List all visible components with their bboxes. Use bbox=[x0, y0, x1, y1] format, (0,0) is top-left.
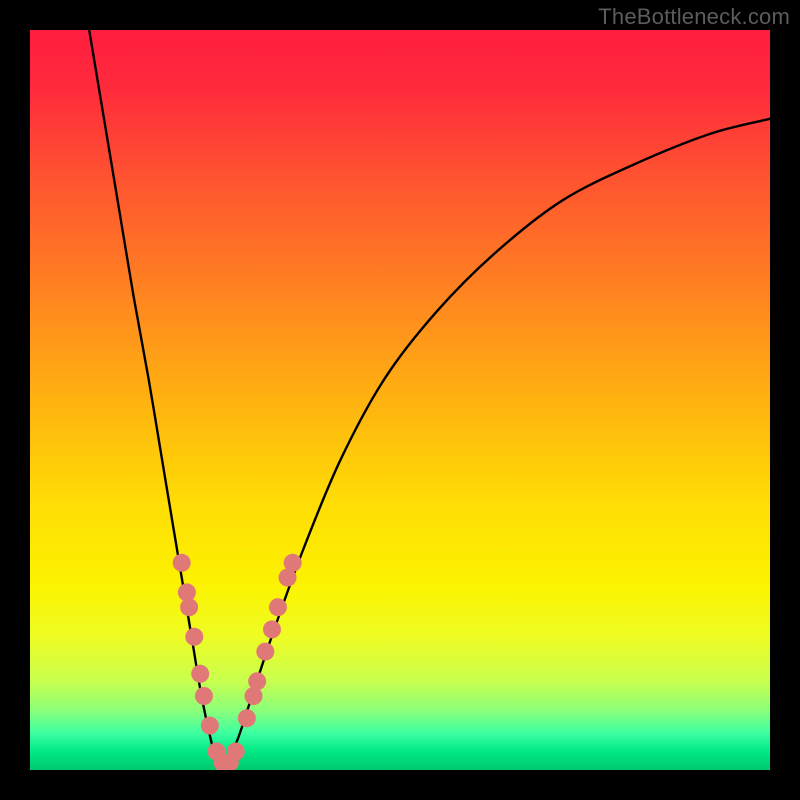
marker-dot bbox=[195, 687, 213, 705]
marker-dot bbox=[227, 743, 245, 761]
chart-frame: TheBottleneck.com bbox=[0, 0, 800, 800]
plot-area bbox=[30, 30, 770, 770]
marker-dot bbox=[263, 620, 281, 638]
curve-right-branch bbox=[222, 119, 770, 770]
watermark-text: TheBottleneck.com bbox=[598, 4, 790, 30]
marker-dot bbox=[180, 598, 198, 616]
marker-dot bbox=[185, 628, 203, 646]
marker-dot bbox=[173, 554, 191, 572]
curve-layer bbox=[30, 30, 770, 770]
marker-dot bbox=[191, 665, 209, 683]
marker-dot bbox=[284, 554, 302, 572]
marker-dot bbox=[256, 643, 274, 661]
marker-dot bbox=[269, 598, 287, 616]
marker-dot bbox=[238, 709, 256, 727]
marker-dot bbox=[201, 717, 219, 735]
curve-left-branch bbox=[89, 30, 222, 770]
marker-dot bbox=[248, 672, 266, 690]
